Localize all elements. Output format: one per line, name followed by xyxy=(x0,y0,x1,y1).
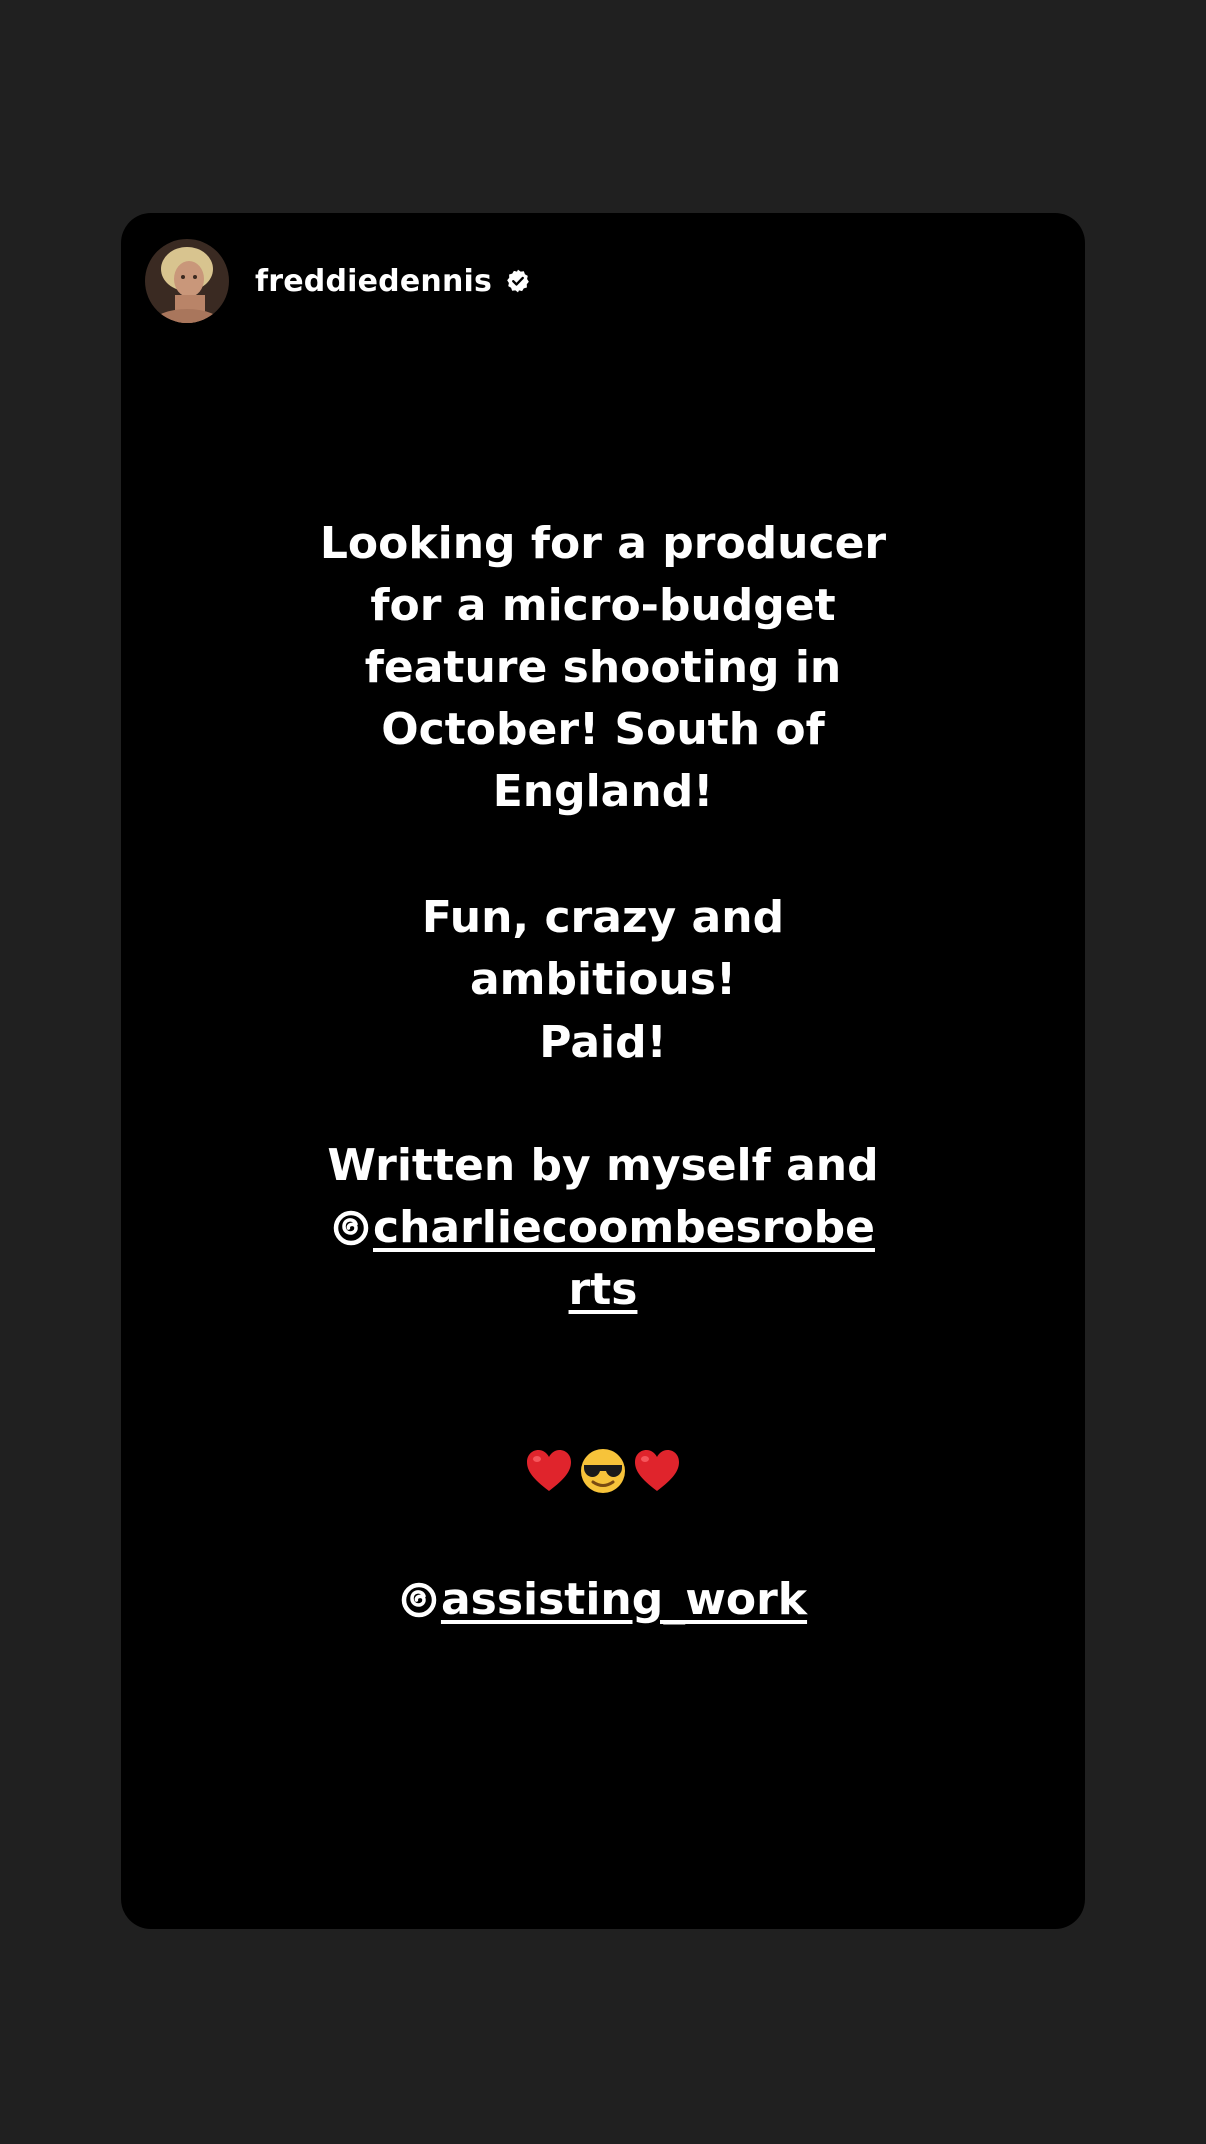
mention-text[interactable]: charliecoombesrobe xyxy=(373,1202,875,1253)
sunglasses-face-icon xyxy=(577,1445,629,1514)
text-line: for a micro-budget xyxy=(370,580,836,631)
story-header: freddiedennis xyxy=(145,239,532,323)
paragraph-fun: Fun, crazy and ambitious! xyxy=(121,887,1085,1011)
heart-icon xyxy=(523,1445,575,1514)
mention-assisting[interactable]: assisting_work xyxy=(121,1569,1085,1631)
avatar[interactable] xyxy=(145,239,229,323)
text-line: feature shooting in xyxy=(364,642,842,693)
text-line: October! South of xyxy=(381,704,825,755)
emoji-row xyxy=(121,1445,1085,1514)
text-line: Paid! xyxy=(539,1017,667,1068)
mention-text[interactable]: rts xyxy=(569,1264,638,1315)
story-card[interactable]: freddiedennis Looking for a producer for… xyxy=(121,213,1085,1929)
text-line: Written by myself and xyxy=(327,1140,879,1191)
mention-text[interactable]: assisting_work xyxy=(441,1574,807,1625)
paragraph-producer: Looking for a producer for a micro-budge… xyxy=(121,513,1085,823)
text-line: Looking for a producer xyxy=(319,518,887,569)
text-line: England! xyxy=(492,766,714,817)
mention-charlie-continued[interactable]: rts xyxy=(121,1259,1085,1321)
paragraph-paid: Paid! xyxy=(121,1012,1085,1074)
username[interactable]: freddiedennis xyxy=(255,264,492,299)
paragraph-assisting: assisting_work xyxy=(121,1569,1085,1631)
text-line: Fun, crazy and xyxy=(421,892,785,943)
threads-icon xyxy=(331,1203,371,1246)
text-line: ambitious! xyxy=(469,954,737,1005)
verified-badge-icon xyxy=(504,267,532,295)
mention-charlie[interactable]: charliecoombesrobe xyxy=(121,1197,1085,1259)
paragraph-written: Written by myself and charliecoombesrobe… xyxy=(121,1135,1085,1321)
heart-icon xyxy=(631,1445,683,1514)
threads-icon xyxy=(399,1575,439,1618)
